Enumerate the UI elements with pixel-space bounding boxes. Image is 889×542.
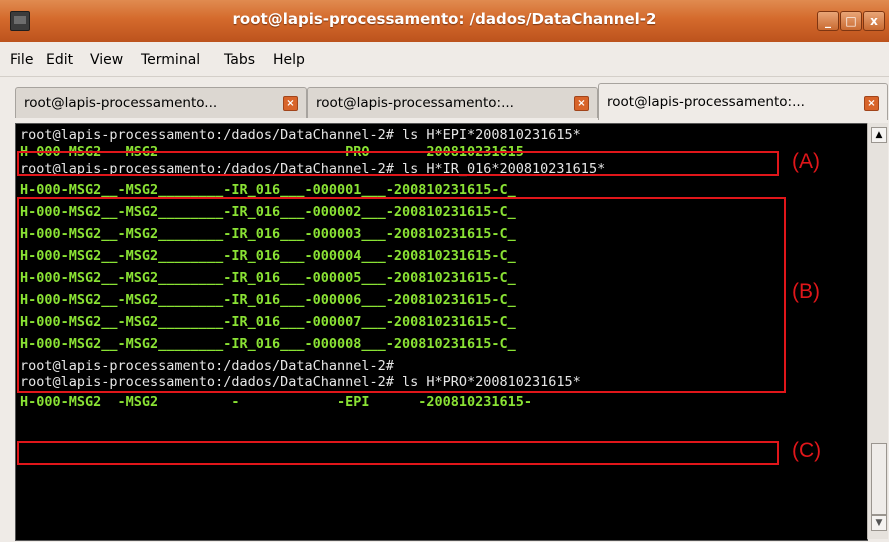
annotation-box-a — [17, 151, 779, 176]
close-button[interactable]: x — [863, 11, 885, 31]
annotation-box-b — [17, 197, 786, 393]
terminal-line: root@lapis-processamento:/dados/DataChan… — [20, 127, 581, 143]
terminal-scrollbar[interactable]: ▲ ▼ — [867, 123, 888, 539]
tab-bar: root@lapis-processamento... × root@lapis… — [0, 77, 889, 123]
terminal-line: H-000-MSG2 -MSG2 - -EPI -200810231615- — [20, 394, 533, 410]
tab-close-icon[interactable]: × — [283, 96, 298, 111]
minimize-button[interactable]: _ — [817, 11, 839, 31]
terminal-window: root@lapis-processamento: /dados/DataCha… — [0, 0, 889, 542]
menu-tabs[interactable]: Tabs — [224, 52, 255, 68]
menu-help[interactable]: Help — [273, 52, 305, 68]
scroll-down-icon[interactable]: ▼ — [871, 515, 887, 531]
tab-close-icon[interactable]: × — [574, 96, 589, 111]
tab-1[interactable]: root@lapis-processamento... × — [15, 87, 307, 118]
terminal-line: H-000-MSG2__-MSG2________-IR_016___-0000… — [20, 182, 516, 198]
tab-close-icon[interactable]: × — [864, 96, 879, 111]
menu-terminal[interactable]: Terminal — [141, 52, 200, 68]
menu-edit[interactable]: Edit — [46, 52, 73, 68]
annotation-label-b: (B) — [792, 280, 820, 303]
tab-label: root@lapis-processamento... — [24, 95, 218, 111]
scroll-up-icon[interactable]: ▲ — [871, 127, 887, 143]
tab-3[interactable]: root@lapis-processamento:... × — [598, 83, 888, 120]
maximize-button[interactable]: □ — [840, 11, 862, 31]
annotation-label-c: (C) — [792, 439, 822, 462]
window-title: root@lapis-processamento: /dados/DataCha… — [232, 10, 657, 28]
scroll-thumb[interactable] — [871, 443, 887, 515]
menu-view[interactable]: View — [90, 52, 123, 68]
menu-bar: File Edit View Terminal Tabs Help — [0, 42, 889, 77]
tab-label: root@lapis-processamento:... — [316, 95, 514, 111]
title-bar[interactable]: root@lapis-processamento: /dados/DataCha… — [0, 0, 889, 43]
tab-label: root@lapis-processamento:... — [607, 94, 805, 110]
tab-2[interactable]: root@lapis-processamento:... × — [307, 87, 598, 118]
annotation-box-c — [17, 441, 779, 465]
annotation-label-a: (A) — [792, 150, 820, 173]
menu-file[interactable]: File — [10, 52, 33, 68]
